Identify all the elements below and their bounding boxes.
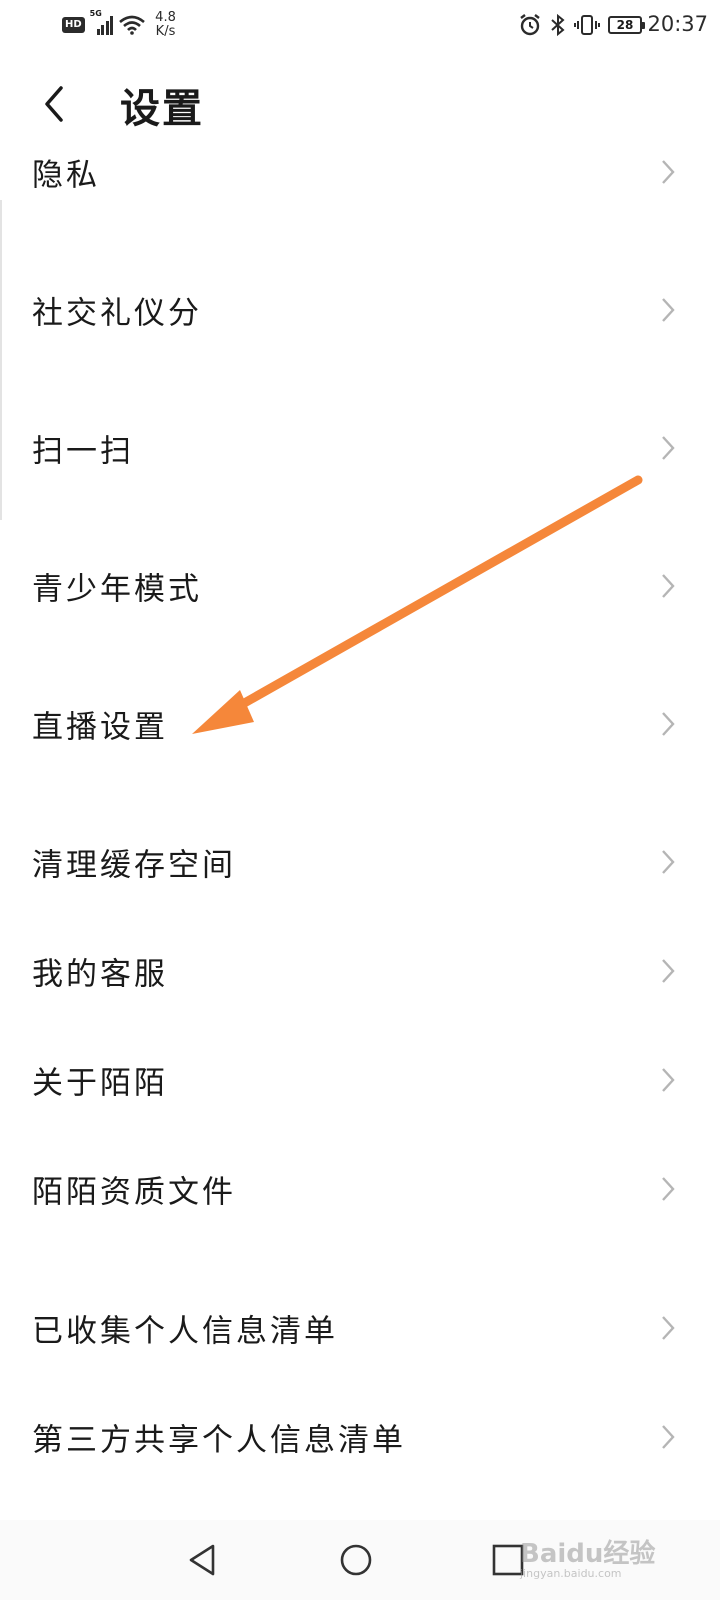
settings-item-label: 陌陌资质文件 [32, 1174, 236, 1211]
chevron-right-icon [662, 712, 675, 736]
settings-item-collected-info-list[interactable]: 已收集个人信息清单 [0, 1283, 720, 1373]
watermark-url: jingyan.baidu.com [520, 1567, 622, 1580]
settings-item-label: 直播设置 [32, 709, 168, 746]
watermark-text: Baidu经验 [520, 1539, 656, 1569]
settings-item-label: 我的客服 [32, 956, 168, 993]
settings-item-label: 隐私 [32, 157, 100, 194]
settings-item-third-party-sharing-list[interactable]: 第三方共享个人信息清单 [0, 1392, 720, 1482]
settings-item-privacy[interactable]: 隐私 [0, 127, 720, 217]
settings-item-customer-service[interactable]: 我的客服 [0, 926, 720, 1016]
nav-back-button[interactable] [180, 1538, 224, 1582]
settings-item-label: 关于陌陌 [32, 1065, 168, 1102]
chevron-right-icon [662, 436, 675, 460]
chevron-right-icon [662, 574, 675, 598]
chevron-right-icon [662, 1068, 675, 1092]
settings-item-label: 扫一扫 [32, 433, 134, 470]
chevron-right-icon [662, 959, 675, 983]
settings-item-teen-mode[interactable]: 青少年模式 [0, 541, 720, 631]
settings-item-clear-cache[interactable]: 清理缓存空间 [0, 817, 720, 907]
settings-item-label: 已收集个人信息清单 [32, 1313, 338, 1350]
chevron-right-icon [662, 298, 675, 322]
chevron-right-icon [662, 850, 675, 874]
chevron-right-icon [662, 1316, 675, 1340]
settings-list: 隐私 社交礼仪分 扫一扫 青少年模式 直播设置 清理缓存空间 我的客服 关于陌陌… [0, 0, 720, 1520]
settings-item-live-settings[interactable]: 直播设置 [0, 679, 720, 769]
settings-item-qualification-files[interactable]: 陌陌资质文件 [0, 1144, 720, 1234]
settings-item-label: 社交礼仪分 [32, 295, 202, 332]
chevron-right-icon [662, 1425, 675, 1449]
chevron-right-icon [662, 160, 675, 184]
nav-home-button[interactable] [334, 1538, 378, 1582]
chevron-right-icon [662, 1177, 675, 1201]
settings-item-scan[interactable]: 扫一扫 [0, 403, 720, 493]
settings-item-about[interactable]: 关于陌陌 [0, 1035, 720, 1125]
screen: HD 5G 4.8 K/s 28 20:37 设置 隐私 社交礼仪分 扫一扫 青… [0, 0, 720, 1600]
baidu-watermark: Baidu经验 jingyan.baidu.com [520, 1525, 670, 1585]
settings-item-label: 第三方共享个人信息清单 [32, 1422, 406, 1459]
settings-item-social-etiquette[interactable]: 社交礼仪分 [0, 265, 720, 355]
settings-item-label: 青少年模式 [32, 571, 202, 608]
settings-item-label: 清理缓存空间 [32, 847, 236, 884]
